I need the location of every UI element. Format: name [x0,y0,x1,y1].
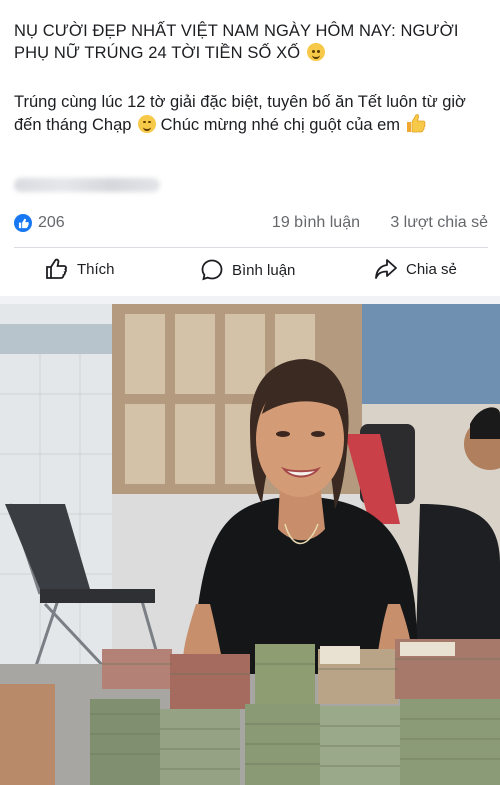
share-label: Chia sẻ [406,260,457,278]
photo-separator [0,296,500,304]
share-button[interactable]: Chia sẻ [374,258,457,280]
post-headline: NỤ CƯỜI ĐẸP NHẤT VIỆT NAM NGÀY HÔM NAY: … [14,20,490,64]
author-name-blurred [14,178,160,192]
thumbs-up-outline-icon [46,258,67,279]
post-stats: 206 19 bình luận 3 lượt chia sẻ [14,212,488,236]
post-photo[interactable] [0,304,500,785]
photo-woman-with-lottery-money [0,304,500,785]
like-icon [14,214,32,232]
like-button[interactable]: Thích [45,258,115,280]
share-count[interactable]: 3 lượt chia sẻ [390,214,488,232]
comment-button[interactable]: Bình luận [200,258,295,282]
reaction-count[interactable]: 206 [38,214,65,232]
like-label: Thích [77,260,115,278]
comment-icon [201,259,223,281]
post-body: Trúng cùng lúc 12 tờ giải đặc biệt, tuyê… [14,91,490,139]
smiling-face-emoji-icon [138,115,157,133]
comment-count[interactable]: 19 bình luận [272,214,360,232]
divider [14,247,488,248]
pleading-face-emoji-icon [306,43,325,61]
action-bar: Thích Bình luận Chia sẻ [0,252,500,288]
headline-text: NỤ CƯỜI ĐẸP NHẤT VIỆT NAM NGÀY HÔM NAY: … [14,22,459,62]
share-icon [375,259,397,279]
comment-label: Bình luận [232,261,296,279]
body-text-part2: Chúc mừng nhé chị guột của em [160,116,401,134]
thumbs-up-emoji-icon [405,113,427,139]
